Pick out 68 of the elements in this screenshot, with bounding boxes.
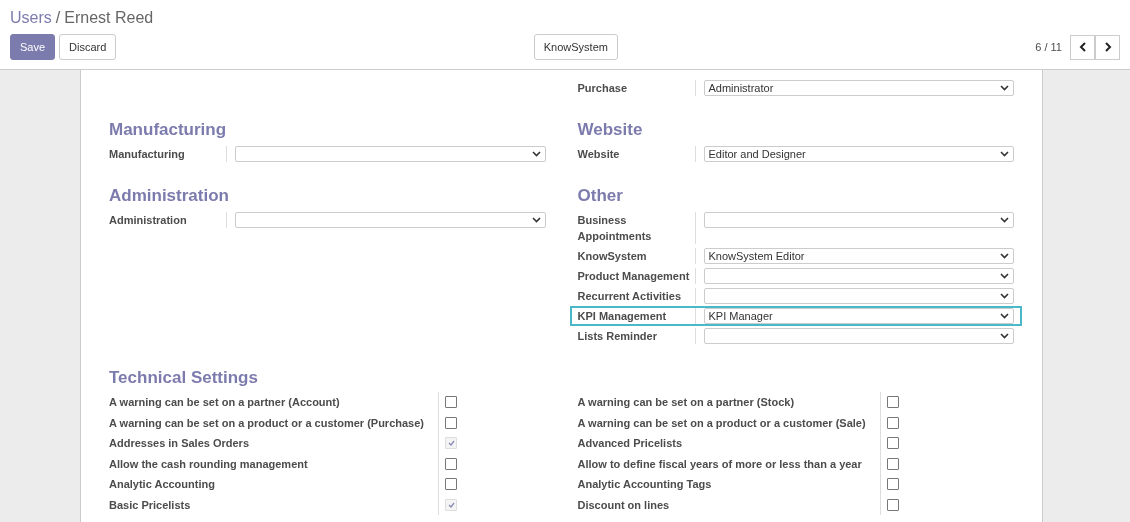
setting-label: A warning can be set on a product or a customer (Sale) xyxy=(577,415,867,431)
chevron-down-icon xyxy=(1000,85,1009,91)
section-title: Technical Settings xyxy=(109,368,259,388)
setting-label: Allow to define fiscal years of more or less than a year xyxy=(577,456,863,472)
save-button[interactable]: Save xyxy=(10,34,56,60)
setting-label: Basic Pricelists xyxy=(109,497,192,513)
select-field[interactable]: Administrator xyxy=(703,80,1014,96)
field-label: KPI Management xyxy=(577,308,696,324)
setting-label: A warning can be set on a partner (Account) xyxy=(109,395,341,410)
select-field[interactable] xyxy=(235,212,546,228)
select-field[interactable] xyxy=(235,146,546,162)
select-field[interactable] xyxy=(703,212,1014,228)
checkbox[interactable] xyxy=(886,457,899,470)
checkbox[interactable] xyxy=(445,478,457,491)
checkbox[interactable] xyxy=(445,396,457,409)
select-field[interactable] xyxy=(703,328,1014,344)
field-label: Manufacturing xyxy=(109,146,227,162)
next-button[interactable] xyxy=(1095,34,1120,60)
breadcrumb-separator: / xyxy=(55,8,61,28)
section-title: Website xyxy=(577,120,644,140)
discard-button[interactable]: Discard xyxy=(59,34,117,60)
chevron-down-icon xyxy=(1000,333,1009,339)
chevron-down-icon xyxy=(1000,273,1009,279)
setting-label: Discount on lines xyxy=(577,497,671,513)
select-field[interactable]: KPI Manager xyxy=(703,308,1014,324)
knowsystem-button[interactable]: KnowSystem xyxy=(533,34,618,60)
breadcrumb-link[interactable]: Users xyxy=(10,6,52,30)
setting-label: A warning can be set on a partner (Stock) xyxy=(577,395,796,410)
select-field[interactable] xyxy=(703,288,1014,304)
checkbox[interactable] xyxy=(445,457,457,470)
section-title: Administration xyxy=(109,186,230,206)
field-label: Administration xyxy=(109,212,227,228)
select-field[interactable]: Editor and Designer xyxy=(703,146,1014,162)
setting-label: Analytic Accounting xyxy=(109,477,216,492)
setting-label: Allow the cash rounding management xyxy=(109,456,309,472)
section-title: Manufacturing xyxy=(109,120,228,140)
setting-label: Advanced Pricelists xyxy=(577,436,684,451)
chevron-down-icon xyxy=(1000,151,1009,157)
checkbox[interactable] xyxy=(886,416,899,429)
setting-label: Addresses in Sales Orders xyxy=(109,436,250,451)
chevron-down-icon xyxy=(1000,217,1009,223)
chevron-down-icon xyxy=(1000,313,1009,319)
select-field[interactable]: KnowSystem Editor xyxy=(703,248,1014,264)
checkbox[interactable] xyxy=(886,478,899,491)
field-label: Recurrent Activities xyxy=(577,288,696,304)
setting-label: Analytic Accounting Tags xyxy=(577,477,713,492)
field-label: Lists Reminder xyxy=(577,328,696,344)
checkbox[interactable] xyxy=(886,437,899,450)
breadcrumb-current: Ernest Reed xyxy=(64,8,154,28)
section-title: Other xyxy=(577,186,624,206)
pager-counter[interactable]: 6 / 11 xyxy=(1035,38,1062,56)
field-label: Product Management xyxy=(577,268,696,284)
chevron-down-icon xyxy=(1000,293,1009,299)
chevron-right-icon xyxy=(1103,42,1112,52)
field-label: Website xyxy=(577,146,696,162)
chevron-down-icon xyxy=(531,217,541,223)
checkbox[interactable] xyxy=(445,416,457,429)
chevron-down-icon xyxy=(1000,253,1009,259)
setting-label: A warning can be set on a product or a customer (Purchase) xyxy=(109,415,425,431)
field-label: Business Appointments xyxy=(577,212,696,244)
previous-button[interactable] xyxy=(1070,34,1095,60)
field-label: Purchase xyxy=(577,80,696,96)
field-label: KnowSystem xyxy=(577,248,696,264)
checkbox[interactable] xyxy=(886,396,899,409)
chevron-down-icon xyxy=(531,151,541,157)
checkbox[interactable] xyxy=(886,498,899,511)
select-field[interactable] xyxy=(703,268,1014,284)
chevron-left-icon xyxy=(1078,42,1087,52)
